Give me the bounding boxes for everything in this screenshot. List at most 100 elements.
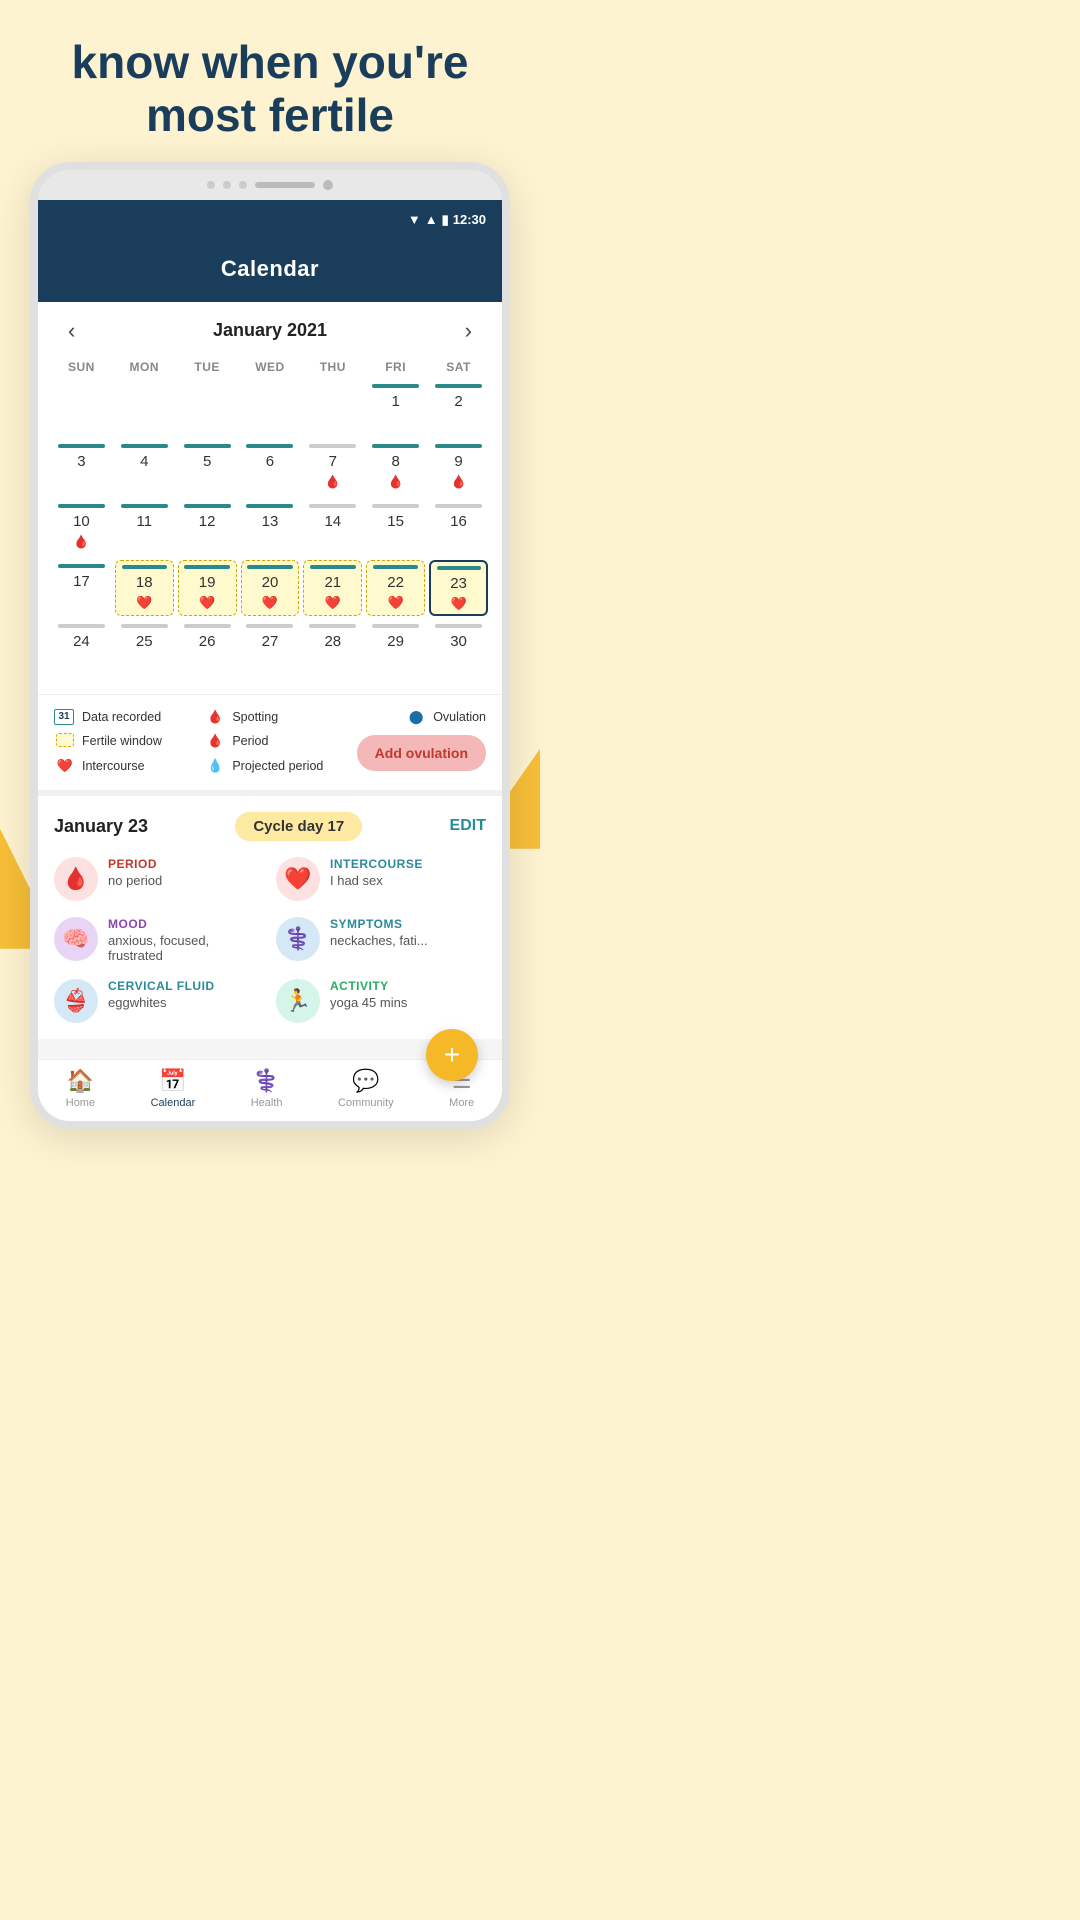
calendar-day-cell[interactable]: 29 [364, 618, 427, 678]
nav-item-home[interactable]: 🏠 Home [66, 1068, 95, 1109]
calendar-week-row: 1718❤️19❤️20❤️21❤️22❤️23❤️ [50, 558, 490, 618]
weekday-sun: SUN [50, 354, 113, 378]
calendar-day-cell[interactable]: 16 [427, 498, 490, 558]
weekday-mon: MON [113, 354, 176, 378]
calendar-day-cell [301, 378, 364, 438]
nav-icon-home: 🏠 [67, 1068, 94, 1094]
nav-item-calendar[interactable]: 📅Calendar [151, 1068, 196, 1109]
calendar-day-cell[interactable]: 8🩸 [364, 438, 427, 498]
calendar-day-cell[interactable]: 30 [427, 618, 490, 678]
calendar-day-cell[interactable]: 25 [113, 618, 176, 678]
day-number: 16 [450, 511, 467, 532]
calendar-day-cell[interactable]: 5 [176, 438, 239, 498]
day-number: 21 [324, 572, 341, 593]
legend-ovulation-label: Ovulation [433, 710, 486, 724]
edit-button[interactable]: EDIT [450, 817, 486, 835]
day-number: 18 [136, 572, 153, 593]
day-number: 29 [387, 631, 404, 652]
nav-label-home: Home [66, 1097, 95, 1109]
phone-dot [207, 181, 215, 189]
nav-label-community: Community [338, 1097, 394, 1109]
legend-period-label: Period [232, 734, 268, 748]
calendar-day-cell[interactable]: 2 [427, 378, 490, 438]
calendar-day-cell[interactable]: 6 [239, 438, 302, 498]
weekday-thu: THU [301, 354, 364, 378]
nav-label-calendar: Calendar [151, 1097, 196, 1109]
calendar-day-cell[interactable]: 7🩸 [301, 438, 364, 498]
weekday-wed: WED [239, 354, 302, 378]
calendar-day-cell[interactable]: 4 [113, 438, 176, 498]
nav-item-community[interactable]: 💬 Community [338, 1068, 394, 1109]
calendar-day-cell[interactable]: 17 [50, 558, 113, 618]
detail-category-value: neckaches, fati... [330, 933, 428, 948]
selected-date-label: January 23 [54, 816, 148, 837]
calendar-day-cell[interactable]: 3 [50, 438, 113, 498]
calendar-day-cell[interactable]: 22❤️ [364, 558, 427, 618]
calendar-day-cell[interactable]: 9🩸 [427, 438, 490, 498]
day-number: 1 [391, 391, 399, 412]
day-number: 9 [454, 451, 462, 472]
next-month-button[interactable]: › [455, 314, 482, 348]
phone-speaker [255, 182, 315, 188]
day-number: 5 [203, 451, 211, 472]
detail-category-icon: 🧠 [54, 917, 98, 961]
calendar-day-cell[interactable]: 24 [50, 618, 113, 678]
spotting-icon: 🩸 [204, 709, 226, 725]
detail-category-value: yoga 45 mins [330, 995, 407, 1010]
nav-item-health[interactable]: ⚕️Health [251, 1068, 283, 1109]
detail-category-label: SYMPTOMS [330, 917, 428, 931]
calendar-day-cell[interactable]: 10🩸 [50, 498, 113, 558]
detail-item: ⚕️ SYMPTOMS neckaches, fati... [276, 917, 486, 963]
day-number: 19 [199, 572, 216, 593]
status-bar: ▼ ▲ ▮ 12:30 [38, 200, 502, 240]
phone-mockup: ▼ ▲ ▮ 12:30 Calendar ‹ January 2021 › S [30, 162, 510, 1129]
day-number: 30 [450, 631, 467, 652]
day-event-icon: ❤️ [388, 595, 404, 611]
legend-data-recorded-label: Data recorded [82, 710, 161, 724]
detail-text-block: MOODanxious, focused, frustrated [108, 917, 264, 963]
weekday-fri: FRI [364, 354, 427, 378]
intercourse-icon: ❤️ [54, 758, 76, 774]
calendar-day-cell[interactable]: 14 [301, 498, 364, 558]
detail-category-icon: ⚕️ [276, 917, 320, 961]
detail-item: 🩸PERIODno period [54, 857, 264, 901]
calendar-day-cell[interactable]: 18❤️ [113, 558, 176, 618]
legend-spotting: 🩸 Spotting [204, 709, 348, 725]
calendar-day-cell[interactable]: 13 [239, 498, 302, 558]
calendar-day-cell[interactable]: 12 [176, 498, 239, 558]
day-detail-header: January 23 Cycle day 17 EDIT [54, 812, 486, 841]
detail-item: ❤️INTERCOURSEI had sex [276, 857, 486, 901]
prev-month-button[interactable]: ‹ [58, 314, 85, 348]
nav-icon-community: 💬 [352, 1068, 379, 1094]
calendar-day-cell[interactable]: 23❤️ [427, 558, 490, 618]
calendar-day-cell[interactable]: 21❤️ [301, 558, 364, 618]
detail-text-block: PERIODno period [108, 857, 162, 888]
calendar-grid: SUN MON TUE WED THU FRI SAT 1234567🩸8🩸9🩸… [50, 354, 490, 678]
day-event-icon: ❤️ [450, 596, 466, 612]
calendar-day-cell[interactable]: 1 [364, 378, 427, 438]
detail-item: 🏃ACTIVITYyoga 45 mins [276, 979, 486, 1023]
battery-icon: ▮ [442, 212, 449, 228]
detail-category-label: ACTIVITY [330, 979, 407, 993]
nav-label-health: Health [251, 1097, 283, 1109]
calendar-day-cell[interactable]: 28 [301, 618, 364, 678]
add-fab-button[interactable]: + [426, 1029, 478, 1081]
calendar-day-cell [50, 378, 113, 438]
calendar-day-cell[interactable]: 26 [176, 618, 239, 678]
day-number: 3 [77, 451, 85, 472]
calendar-day-cell[interactable]: 15 [364, 498, 427, 558]
calendar-day-cell[interactable]: 20❤️ [239, 558, 302, 618]
add-ovulation-button[interactable]: Add ovulation [357, 735, 486, 771]
calendar-day-cell[interactable]: 19❤️ [176, 558, 239, 618]
calendar-day-cell[interactable]: 27 [239, 618, 302, 678]
calendar-day-cell[interactable]: 11 [113, 498, 176, 558]
day-event-icon: 🩸 [325, 474, 341, 490]
legend-projected: 💧 Projected period [204, 758, 348, 774]
day-number: 2 [454, 391, 462, 412]
status-icons: ▼ ▲ ▮ 12:30 [408, 212, 486, 228]
hero-title: know when you're most fertile [0, 0, 540, 162]
legend-data-recorded: 31 Data recorded [54, 709, 198, 725]
cycle-day-badge: Cycle day 17 [235, 812, 362, 841]
app-header: Calendar [38, 240, 502, 302]
day-number: 6 [266, 451, 274, 472]
